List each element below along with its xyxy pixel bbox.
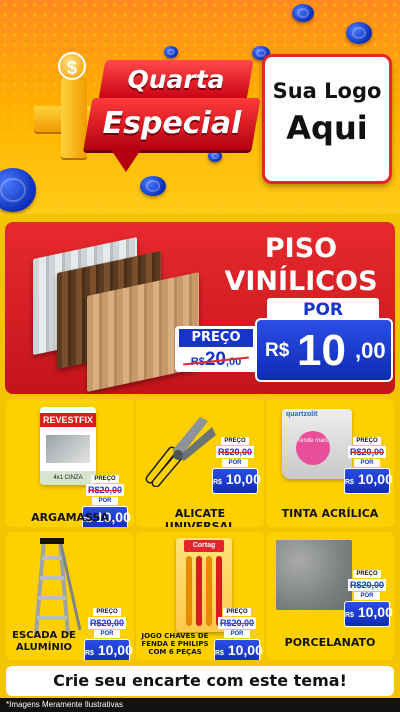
coin-icon (0, 168, 36, 212)
logo-placeholder[interactable]: Sua Logo Aqui (262, 54, 392, 184)
logo-line1: Sua Logo (272, 79, 382, 103)
new-price: R$ 10 ,00 (255, 318, 393, 382)
coin-icon (346, 22, 372, 44)
price-tag: PREÇO R$20,00 POR R$ 10,00 (212, 437, 261, 494)
paint-bucket-image: quartzolit rende mais (282, 409, 352, 479)
logo-line2: Aqui (286, 109, 368, 147)
product-name: PORCELANATO (284, 636, 376, 649)
product-card-tinta[interactable]: quartzolit rende mais PREÇO R$20,00 POR … (266, 399, 394, 527)
preco-label: PREÇO (179, 329, 253, 347)
disclaimer-text: *Imagens Meramente Ilustrativas (0, 698, 400, 712)
product-name: ALICATE UNIVERSAL (164, 507, 236, 527)
product-card-alicate[interactable]: PREÇO R$20,00 POR R$ 10,00 ALICATE UNIVE… (136, 399, 264, 527)
hero-title: PISO VINÍLICOS (224, 233, 378, 297)
ladder-image (34, 538, 82, 635)
price-tag: PREÇO R$20,00 POR R$ 10,00 (344, 437, 393, 494)
product-card-chaves[interactable]: Cortag PREÇO R$20,00 POR R$ 10,00 JOGO C… (136, 532, 264, 660)
price-tag: PREÇO R$20,00 POR R$ 10,00 (84, 608, 133, 660)
product-card-escada[interactable]: PREÇO R$20,00 POR R$ 10,00 ESCADA DE ALU… (6, 532, 134, 660)
quarta-especial-title: $ Quarta Especial (34, 52, 261, 202)
product-card-argamassa[interactable]: REVESTFIX 4x1 CINZA PREÇO R$20,00 POR R$… (6, 399, 134, 527)
product-card-porcelanato[interactable]: PREÇO R$20,00 POR R$ 10,00 PORCELANATO (266, 532, 394, 660)
old-price: R$20,00 (179, 350, 253, 372)
title-quarta: Quarta (98, 60, 254, 100)
product-name: ESCADA DE ALUMÍNIO (12, 630, 76, 653)
old-price-box: PREÇO R$20,00 (175, 326, 257, 372)
porcelain-tile-image (276, 540, 352, 610)
coin-icon (292, 4, 314, 22)
header-banner: $ Quarta Especial Sua Logo Aqui (0, 0, 400, 214)
product-name: ARGAMASSA (31, 511, 109, 524)
dollar-icon: $ (58, 52, 86, 80)
product-name: JOGO CHAVES DE FENDA E PHILIPS COM 6 PEÇ… (141, 632, 209, 656)
argamassa-bag-image: REVESTFIX 4x1 CINZA (40, 407, 96, 485)
price-tag: PREÇO R$20,00 POR R$ 10,00 (344, 570, 393, 627)
cta-banner[interactable]: Crie seu encarte com este tema! (6, 666, 394, 696)
pliers-image (145, 417, 216, 487)
hero-offer[interactable]: PISO VINÍLICOS POR PREÇO R$20,00 R$ 10 ,… (5, 222, 395, 394)
title-especial: Especial (83, 98, 261, 150)
price-tag: PREÇO R$20,00 POR R$ 10,00 (214, 608, 263, 660)
product-name: TINTA ACRÍLICA (281, 507, 379, 520)
